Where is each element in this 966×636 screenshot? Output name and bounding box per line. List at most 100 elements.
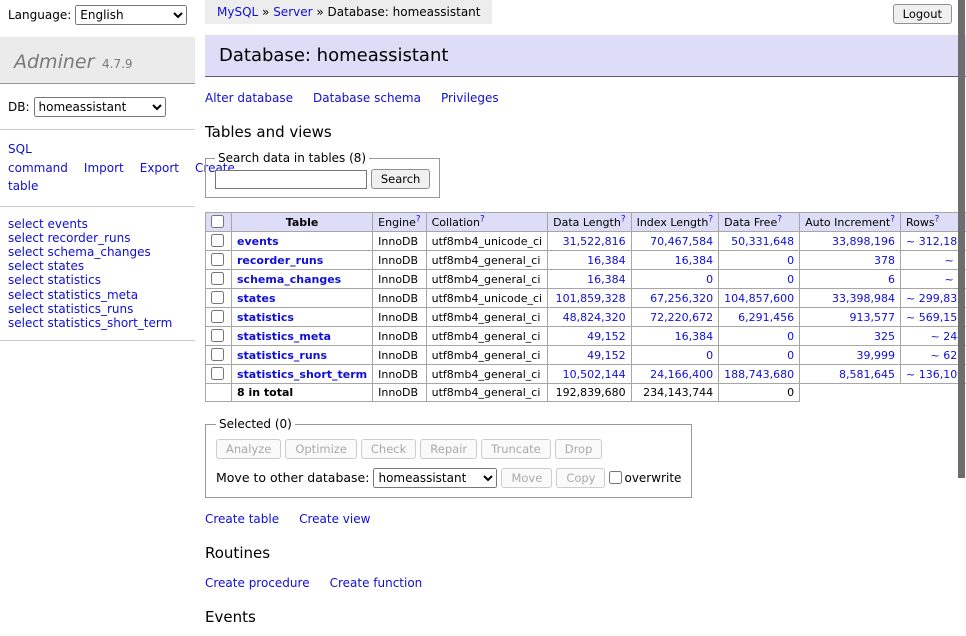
tables-heading: Tables and views (205, 123, 966, 141)
row-checkbox[interactable] (211, 310, 224, 323)
table-link[interactable]: recorder_runs (237, 254, 323, 267)
value-link[interactable]: 16,384 (675, 254, 714, 267)
sidebar-select-link[interactable]: select statistics (8, 273, 187, 287)
help-link[interactable]: ? (416, 216, 421, 229)
value-link[interactable]: 49,152 (587, 349, 626, 362)
row-checkbox[interactable] (211, 272, 224, 285)
sidebar-select-link[interactable]: select statistics_meta (8, 288, 187, 302)
value-link[interactable]: 104,857,600 (724, 292, 794, 305)
sidebar-select-link[interactable]: select statistics_runs (8, 302, 187, 316)
selected-action-button[interactable]: Check (361, 439, 416, 459)
move-db-select[interactable]: homeassistant (373, 468, 497, 488)
table-link[interactable]: statistics_meta (237, 330, 331, 343)
value-link[interactable]: ~ 299,833 (906, 292, 964, 305)
value-link[interactable]: 39,999 (857, 349, 896, 362)
value-link[interactable]: 72,220,672 (650, 311, 713, 324)
select-all-checkbox[interactable] (211, 215, 224, 228)
selected-action-button[interactable]: Repair (420, 439, 477, 459)
move-button[interactable]: Move (501, 468, 552, 488)
routine-link[interactable]: Create procedure (205, 576, 310, 590)
value-link[interactable]: 0 (706, 349, 713, 362)
help-link[interactable]: ? (890, 216, 895, 229)
row-checkbox[interactable] (211, 367, 224, 380)
value-link[interactable]: 16,384 (675, 330, 714, 343)
row-checkbox[interactable] (211, 348, 224, 361)
value-link[interactable]: 31,522,816 (563, 235, 626, 248)
total-select-cell (206, 384, 232, 402)
table-link[interactable]: statistics (237, 311, 294, 324)
value-link[interactable]: 50,331,648 (731, 235, 794, 248)
sidebar-select-link[interactable]: select events (8, 217, 187, 231)
value-link[interactable]: 16,384 (587, 273, 626, 286)
value-link[interactable]: 0 (787, 330, 794, 343)
value-link[interactable]: 0 (787, 349, 794, 362)
value-link[interactable]: 24,166,400 (650, 368, 713, 381)
selected-action-button[interactable]: Drop (555, 439, 603, 459)
search-button[interactable]: Search (371, 169, 431, 189)
logout-button[interactable]: Logout (893, 4, 952, 24)
row-checkbox[interactable] (211, 234, 224, 247)
db-action-link[interactable]: Alter database (205, 91, 293, 105)
data-length-cell: 10,502,144 (548, 365, 631, 384)
table-link[interactable]: states (237, 292, 276, 305)
value-link[interactable]: 6,291,456 (738, 311, 794, 324)
value-link[interactable]: 10,502,144 (563, 368, 626, 381)
value-link[interactable]: 378 (874, 254, 895, 267)
value-link[interactable]: 0 (706, 273, 713, 286)
sidebar-link[interactable]: SQL command (8, 142, 68, 175)
help-link[interactable]: ? (621, 216, 626, 229)
sidebar-link[interactable]: Export (140, 161, 179, 175)
scrollbar-thumb[interactable] (958, 0, 965, 478)
value-link[interactable]: 8,581,645 (839, 368, 895, 381)
value-link[interactable]: 6 (888, 273, 895, 286)
search-input[interactable] (215, 170, 367, 189)
value-link[interactable]: 0 (787, 273, 794, 286)
help-link[interactable]: ? (777, 216, 782, 229)
create-link[interactable]: Create table (205, 512, 279, 526)
sidebar-select-link[interactable]: select statistics_short_term (8, 316, 187, 330)
row-checkbox[interactable] (211, 291, 224, 304)
table-link[interactable]: events (237, 235, 279, 248)
value-link[interactable]: 33,898,196 (832, 235, 895, 248)
help-link[interactable]: ? (480, 216, 485, 229)
table-link[interactable]: statistics_short_term (237, 368, 367, 381)
selected-action-button[interactable]: Optimize (285, 439, 357, 459)
help-link[interactable]: ? (708, 216, 713, 229)
sidebar-link[interactable]: Import (84, 161, 124, 175)
value-link[interactable]: 188,743,680 (724, 368, 794, 381)
table-link[interactable]: schema_changes (237, 273, 341, 286)
db-action-link[interactable]: Database schema (313, 91, 421, 105)
selected-action-button[interactable]: Analyze (216, 439, 281, 459)
value-link[interactable]: 67,256,320 (650, 292, 713, 305)
value-link[interactable]: ~ 136,108 (906, 368, 964, 381)
db-select[interactable]: homeassistant (34, 97, 166, 117)
sidebar-select-link[interactable]: select states (8, 259, 187, 273)
value-link[interactable]: 913,577 (850, 311, 896, 324)
breadcrumb-link[interactable]: Server (273, 5, 312, 19)
value-link[interactable]: 49,152 (587, 330, 626, 343)
value-link[interactable]: 48,824,320 (563, 311, 626, 324)
value-link[interactable]: 325 (874, 330, 895, 343)
value-link[interactable]: ~ 569,159 (906, 311, 964, 324)
copy-button[interactable]: Copy (556, 468, 605, 488)
breadcrumb-link[interactable]: MySQL (217, 5, 258, 19)
overwrite-checkbox[interactable] (609, 471, 622, 484)
app-logo[interactable]: Adminer (14, 51, 94, 73)
value-link[interactable]: ~ 312,180 (906, 235, 964, 248)
table-link[interactable]: statistics_runs (237, 349, 327, 362)
selected-action-button[interactable]: Truncate (481, 439, 551, 459)
value-link[interactable]: 16,384 (587, 254, 626, 267)
sidebar-select-link[interactable]: select recorder_runs (8, 231, 187, 245)
row-checkbox[interactable] (211, 253, 224, 266)
db-action-link[interactable]: Privileges (441, 91, 499, 105)
language-select[interactable]: English (75, 5, 187, 25)
value-link[interactable]: 70,467,584 (650, 235, 713, 248)
value-link[interactable]: 33,398,984 (832, 292, 895, 305)
create-link[interactable]: Create view (299, 512, 370, 526)
routine-link[interactable]: Create function (330, 576, 423, 590)
sidebar-select-link[interactable]: select schema_changes (8, 245, 187, 259)
help-link[interactable]: ? (935, 216, 940, 229)
value-link[interactable]: 101,859,328 (556, 292, 626, 305)
value-link[interactable]: 0 (787, 254, 794, 267)
row-checkbox[interactable] (211, 329, 224, 342)
